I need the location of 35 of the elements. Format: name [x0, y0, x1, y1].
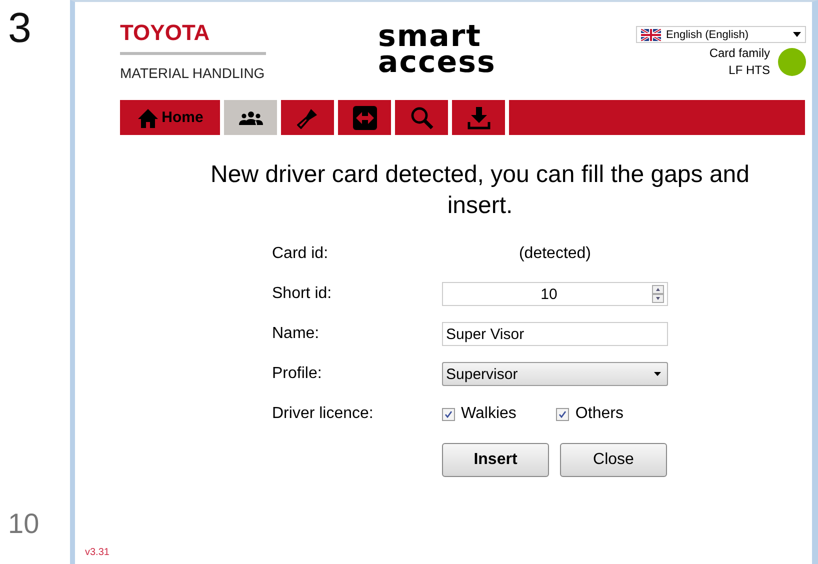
card-family-label: Card family LF HTS	[709, 45, 770, 79]
message-text: New driver card detected, you can fill the gaps and insert.	[210, 160, 750, 221]
page-number: 10	[8, 508, 40, 540]
house-icon	[136, 108, 159, 128]
version-label: v3.31	[85, 547, 110, 558]
arrows-icon	[352, 106, 376, 130]
checkmark-icon	[444, 410, 453, 418]
flashlight-icon	[296, 106, 318, 128]
insert-button[interactable]: Insert	[442, 443, 549, 477]
people-icon	[238, 110, 262, 124]
division-label: MATERIAL HANDLING	[120, 65, 266, 81]
field-label: Short id:	[272, 285, 333, 303]
flag-icon	[641, 28, 661, 40]
licence-checkbox[interactable]: Walkies	[442, 405, 516, 423]
field-label: Driver licence:	[272, 405, 374, 423]
caret-icon	[793, 32, 801, 37]
language-dropdown[interactable]: English (English)	[636, 26, 806, 43]
checkmark-icon	[558, 410, 568, 418]
number-field[interactable]: 10	[442, 282, 668, 306]
product-logo: smart access	[378, 24, 496, 76]
spinner-icon	[652, 285, 664, 303]
licence-checkbox[interactable]: Others	[556, 405, 624, 423]
download-icon	[466, 106, 490, 130]
field-label: Name:	[272, 325, 320, 343]
search-icon	[410, 106, 434, 130]
field-label: Profile:	[272, 365, 323, 383]
close-button[interactable]: Close	[560, 443, 667, 477]
caret-icon	[654, 372, 661, 376]
nav-tab[interactable]	[224, 100, 277, 135]
page-number: 3	[8, 4, 32, 52]
card-id-value: (detected)	[518, 245, 592, 263]
field-label: Card id:	[272, 245, 330, 263]
name-field[interactable]: Super Visor	[442, 322, 668, 346]
profile-dropdown[interactable]: Supervisor	[442, 362, 668, 386]
brand-logo: TOYOTA	[120, 20, 266, 55]
